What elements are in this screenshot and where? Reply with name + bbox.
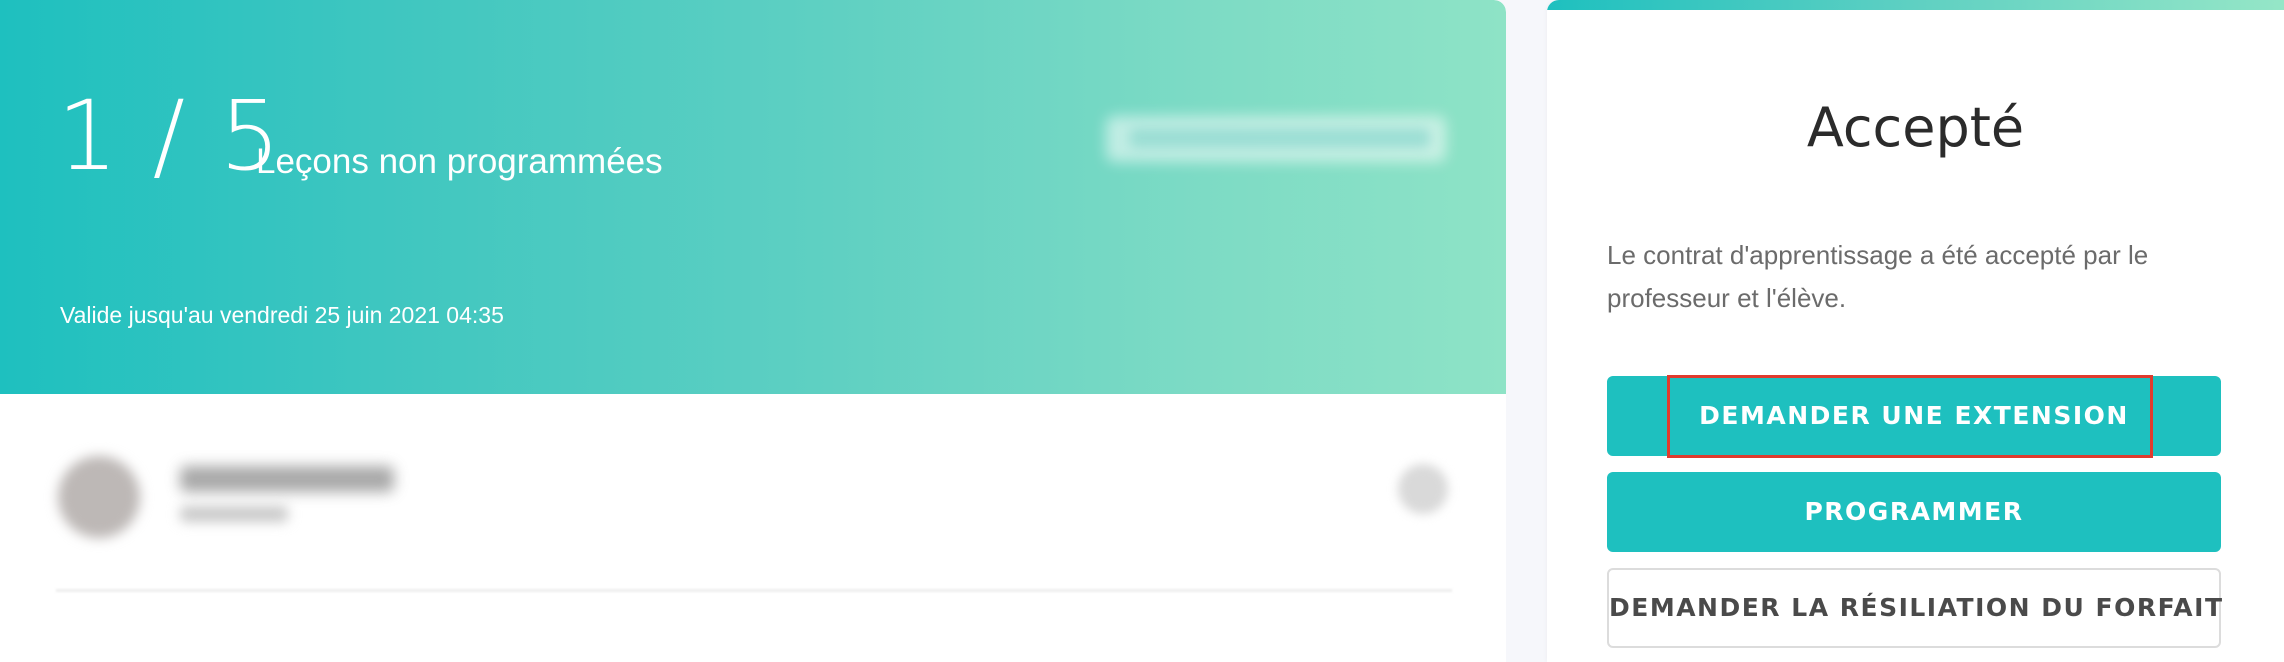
status-title: Accepté [1806, 96, 2025, 159]
divider [56, 589, 1452, 592]
status-description: Le contrat d'apprentissage a été accepté… [1607, 240, 2149, 313]
schedule-button[interactable]: PROGRAMMER [1607, 472, 2221, 552]
teacher-name-text: Teacher Desiree [180, 466, 181, 467]
teacher-row[interactable]: Teacher Desiree Professeur [0, 394, 1506, 662]
validity-text: Valide jusqu'au vendredi 25 juin 2021 04… [60, 300, 504, 330]
message-icon[interactable] [1398, 464, 1448, 514]
lesson-count: 1 / 5 [57, 80, 283, 192]
teacher-role: Professeur [180, 506, 288, 522]
avatar [58, 456, 140, 538]
contract-status-card: Accepté Le contrat d'apprentissage a été… [1547, 0, 2284, 662]
blurred-badge-text [1130, 128, 1430, 148]
package-hero: 1 / 5 Leçons non programmées Valide jusq… [0, 0, 1506, 394]
package-card: 1 / 5 Leçons non programmées Valide jusq… [0, 0, 1506, 662]
validity-date: vendredi 25 juin 2021 04:35 [219, 302, 504, 328]
request-extension-button[interactable]: DEMANDER UNE EXTENSION [1607, 376, 2221, 456]
teacher-role-text: Professeur [180, 506, 181, 507]
card-accent-bar [1547, 0, 2284, 10]
request-cancellation-button[interactable]: DEMANDER LA RÉSILIATION DU FORFAIT [1607, 568, 2222, 648]
teacher-name: Teacher Desiree [180, 466, 394, 492]
lesson-count-label: Leçons non programmées [256, 142, 663, 181]
validity-prefix: Valide jusqu'au [60, 302, 220, 328]
